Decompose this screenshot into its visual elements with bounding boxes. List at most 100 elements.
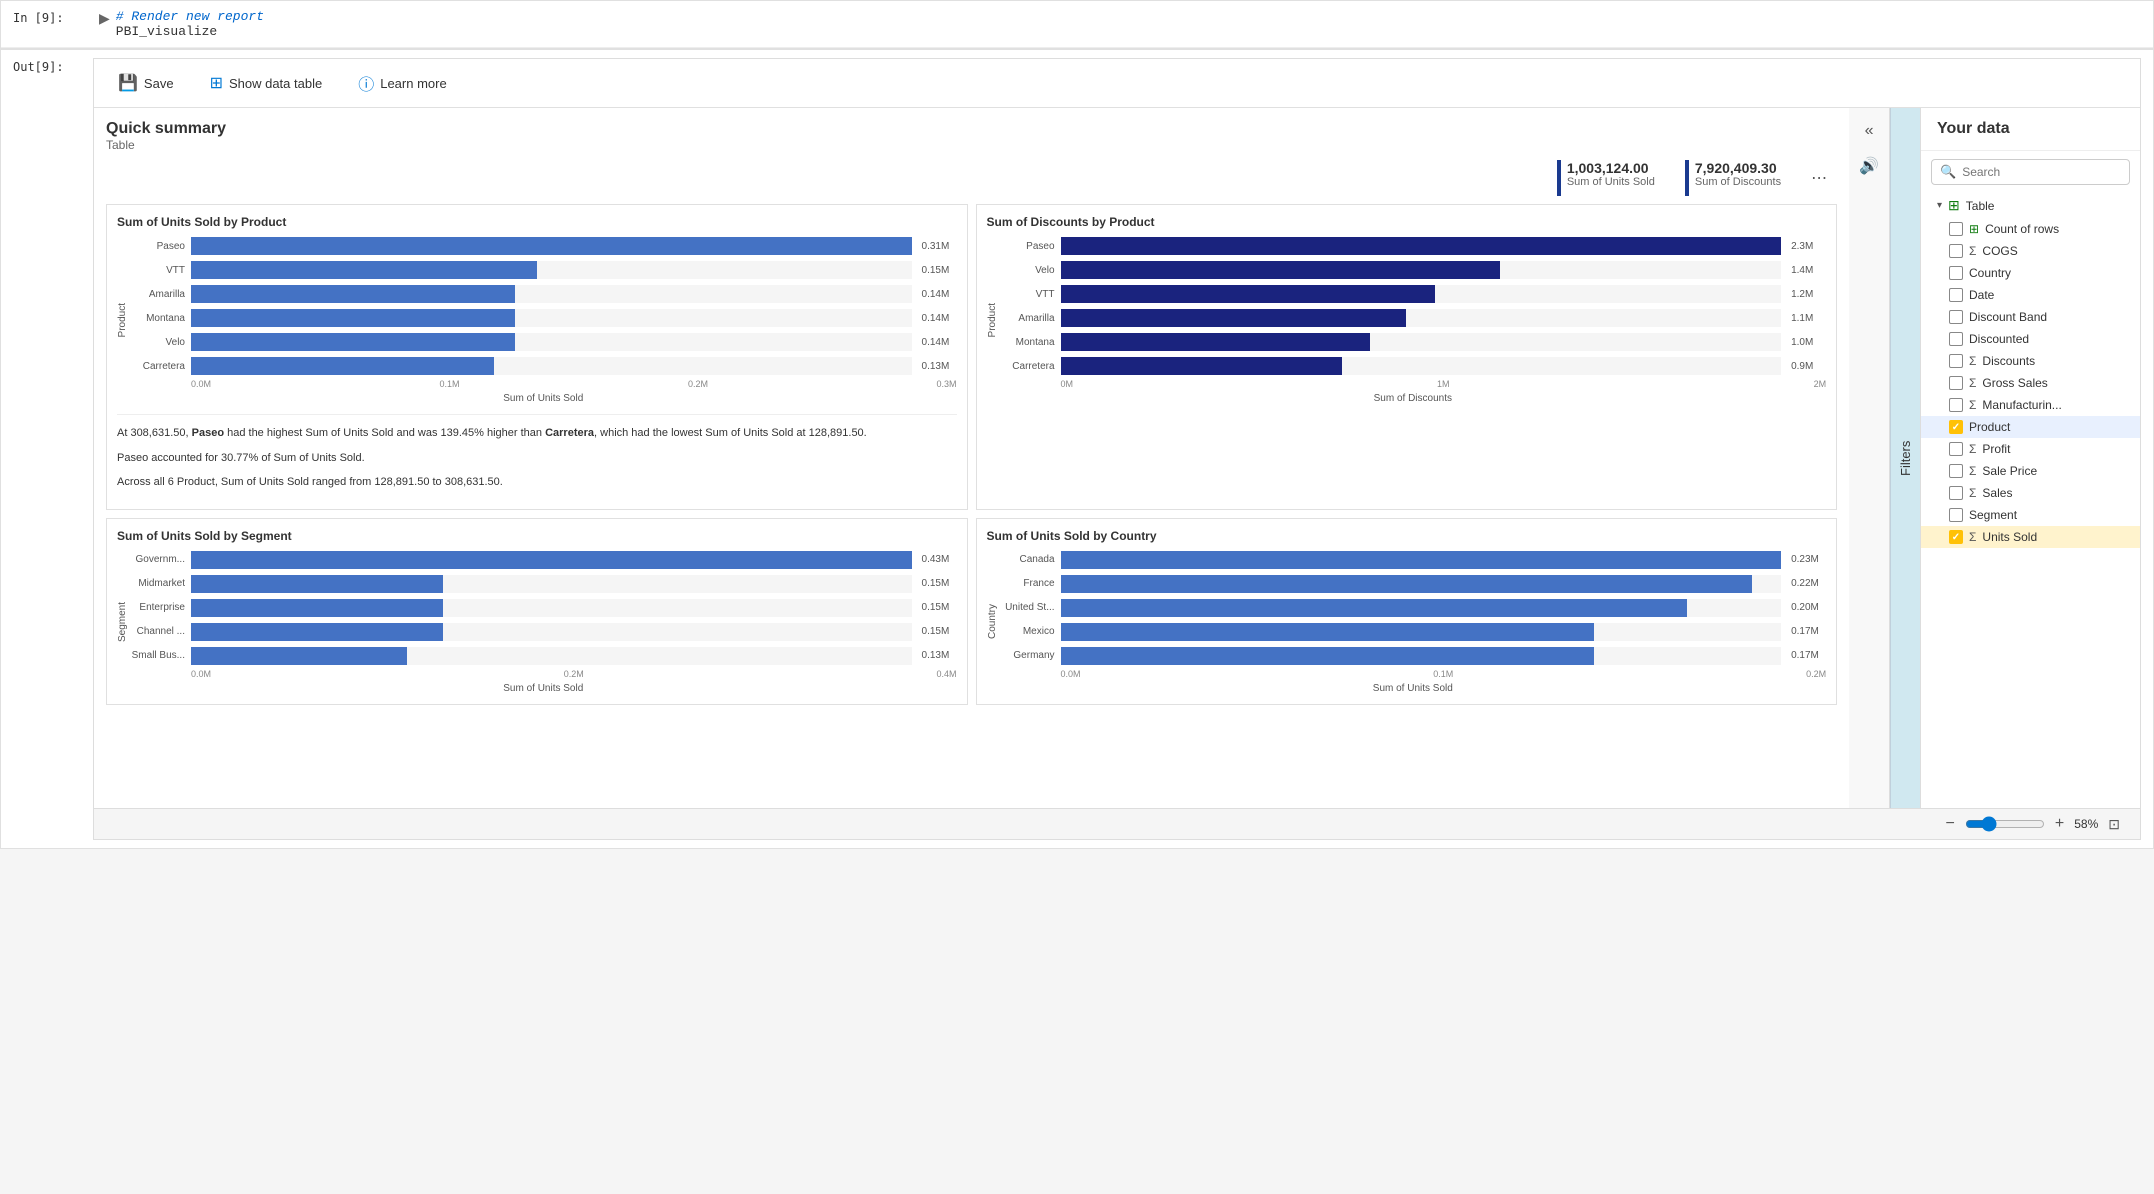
stat-label-units: Sum of Units Sold: [1567, 176, 1655, 188]
field-label: Count of rows: [1985, 222, 2124, 236]
chart2-body: Paseo 2.3M Velo: [1000, 237, 1827, 404]
field-discount-band[interactable]: Discount Band: [1921, 306, 2140, 328]
chart-units-sold-by-product: Sum of Units Sold by Product Product Pas…: [106, 204, 968, 510]
chart3-y-axis-label: Segment: [117, 602, 128, 642]
table-icon: ⊞: [210, 73, 223, 93]
bar-fill: [1061, 237, 1782, 255]
chart1-x-axis-label: Sum of Units Sold: [130, 393, 957, 404]
field-label: Segment: [1969, 508, 2124, 522]
quick-summary: Quick summary Table: [106, 120, 1837, 152]
field-segment[interactable]: Segment: [1921, 504, 2140, 526]
checkbox-sales[interactable]: [1949, 486, 1963, 500]
bar-row: Carretera 0.13M: [130, 357, 957, 375]
field-label: COGS: [1982, 244, 2124, 258]
bar-container: [191, 623, 912, 641]
bar-value: 0.43M: [922, 554, 957, 565]
speaker-icon[interactable]: 🔊: [1853, 150, 1885, 182]
zoom-minus-button[interactable]: −: [1946, 815, 1955, 833]
save-label: Save: [144, 76, 174, 91]
bar-row: Enterprise 0.15M: [130, 599, 957, 617]
checkbox-product[interactable]: [1949, 420, 1963, 434]
checkbox-segment[interactable]: [1949, 508, 1963, 522]
bar-value: 0.15M: [922, 578, 957, 589]
field-discounts[interactable]: Σ Discounts: [1921, 350, 2140, 372]
field-gross-sales[interactable]: Σ Gross Sales: [1921, 372, 2140, 394]
field-profit[interactable]: Σ Profit: [1921, 438, 2140, 460]
field-sale-price[interactable]: Σ Sale Price: [1921, 460, 2140, 482]
field-sales[interactable]: Σ Sales: [1921, 482, 2140, 504]
field-label: Country: [1969, 266, 2124, 280]
checkbox-manufacturing[interactable]: [1949, 398, 1963, 412]
chart3-x-axis-label: Sum of Units Sold: [130, 683, 957, 694]
right-panel: « 🔊 Filters Your data 🔍: [1849, 108, 2140, 808]
bar-row: France 0.22M: [1000, 575, 1827, 593]
filters-panel[interactable]: Filters: [1890, 108, 1920, 808]
tick: 0.2M: [564, 669, 584, 679]
chart4-bars: Canada 0.23M France: [1000, 551, 1827, 665]
collapse-icon[interactable]: «: [1859, 116, 1880, 146]
checkbox-sale-price[interactable]: [1949, 464, 1963, 478]
chart2-bars: Paseo 2.3M Velo: [1000, 237, 1827, 375]
checkbox-gross-sales[interactable]: [1949, 376, 1963, 390]
field-units-sold[interactable]: Σ Units Sold: [1921, 526, 2140, 548]
field-cogs[interactable]: Σ COGS: [1921, 240, 2140, 262]
zoom-slider[interactable]: [1965, 816, 2045, 832]
run-button[interactable]: ▶: [99, 9, 110, 27]
chart3-inner: Segment Governm... 0.43M: [117, 551, 957, 694]
bar-fill: [1061, 623, 1594, 641]
bar-row: Velo 1.4M: [1000, 261, 1827, 279]
checkbox-date[interactable]: [1949, 288, 1963, 302]
tick: 0M: [1061, 379, 1074, 389]
checkbox-count-of-rows[interactable]: [1949, 222, 1963, 236]
checkbox-country[interactable]: [1949, 266, 1963, 280]
cell-code: # Render new report PBI_visualize: [116, 9, 264, 39]
fit-to-screen-icon[interactable]: ⊡: [2108, 816, 2120, 833]
bar-label: Germany: [1000, 650, 1055, 661]
chart1-inner: Product Paseo 0.31M: [117, 237, 957, 404]
chart1-y-axis-label: Product: [117, 303, 128, 337]
bar-container: [1061, 623, 1782, 641]
zoom-plus-button[interactable]: +: [2055, 815, 2064, 833]
bar-container: [191, 285, 912, 303]
field-label: Sales: [1982, 486, 2124, 500]
show-data-table-button[interactable]: ⊞ Show data table: [202, 69, 331, 97]
chart1-x-ticks: 0.0M 0.1M 0.2M 0.3M: [130, 379, 957, 389]
checkbox-discounted[interactable]: [1949, 332, 1963, 346]
bar-label: Mexico: [1000, 626, 1055, 637]
field-count-of-rows[interactable]: ⊞ Count of rows: [1921, 218, 2140, 240]
sigma-icon: Σ: [1969, 244, 1976, 258]
field-date[interactable]: Date: [1921, 284, 2140, 306]
field-country[interactable]: Country: [1921, 262, 2140, 284]
field-discounted[interactable]: Discounted: [1921, 328, 2140, 350]
search-box[interactable]: 🔍: [1931, 159, 2130, 185]
search-input[interactable]: [1962, 165, 2121, 179]
checkbox-discounts[interactable]: [1949, 354, 1963, 368]
more-options-icon[interactable]: ⋯: [1811, 168, 1827, 188]
sigma-icon: Σ: [1969, 354, 1976, 368]
viz-area: Quick summary Table 1,003,124.00 Sum of …: [94, 108, 1849, 808]
bar-value: 1.0M: [1791, 337, 1826, 348]
chart3-title: Sum of Units Sold by Segment: [117, 529, 957, 543]
bar-container: [1061, 647, 1782, 665]
code-comment: # Render new report: [116, 9, 264, 24]
bar-fill: [1061, 575, 1753, 593]
bar-value: 0.14M: [922, 337, 957, 348]
field-product[interactable]: Product: [1921, 416, 2140, 438]
save-button[interactable]: 💾 Save: [110, 69, 182, 97]
bar-label: United St...: [1000, 602, 1055, 613]
chart2-x-axis-label: Sum of Discounts: [1000, 393, 1827, 404]
field-label: Discounts: [1982, 354, 2124, 368]
field-manufacturing[interactable]: Σ Manufacturin...: [1921, 394, 2140, 416]
checkbox-cogs[interactable]: [1949, 244, 1963, 258]
bar-fill: [1061, 309, 1407, 327]
tick: 0.0M: [1061, 669, 1081, 679]
bar-value: 0.15M: [922, 265, 957, 276]
learn-more-button[interactable]: ⓘ Learn more: [350, 67, 455, 99]
bar-row: United St... 0.20M: [1000, 599, 1827, 617]
checkbox-profit[interactable]: [1949, 442, 1963, 456]
tree-table-node[interactable]: ▾ ⊞ Table: [1921, 193, 2140, 218]
checkbox-units-sold[interactable]: [1949, 530, 1963, 544]
checkbox-discount-band[interactable]: [1949, 310, 1963, 324]
bar-container: [191, 309, 912, 327]
sigma-icon: Σ: [1969, 530, 1976, 544]
